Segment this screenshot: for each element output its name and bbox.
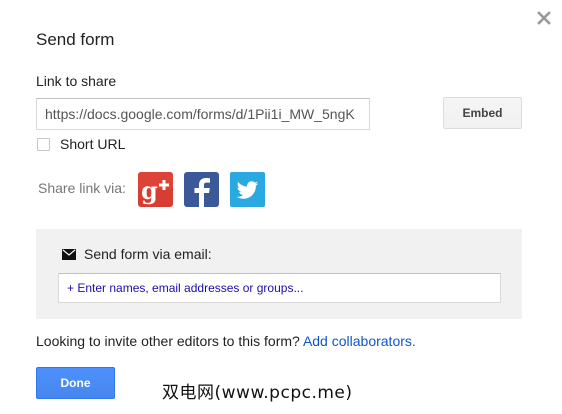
svg-text:g: g [141,176,158,205]
close-icon[interactable] [536,10,552,26]
invite-editors-prompt: Looking to invite other editors to this … [36,333,300,349]
facebook-icon[interactable] [184,172,219,207]
watermark-text: 双电网(www.pcpc.me) [162,383,353,403]
embed-button[interactable]: Embed [443,97,522,129]
send-via-email-label: Send form via email: [84,246,212,262]
share-link-input[interactable] [36,98,370,130]
short-url-checkbox[interactable] [37,137,50,151]
envelope-icon [62,248,76,260]
send-form-dialog: Send form Link to share Embed Short URL … [0,0,562,414]
add-collaborators-link[interactable]: Add collaborators. [303,333,416,349]
invite-editors-text: Looking to invite other editors to this … [36,333,416,349]
email-panel: Send form via email: [36,229,522,319]
short-url-label: Short URL [60,136,126,152]
dialog-title: Send form [36,30,115,49]
done-button[interactable]: Done [36,367,115,399]
email-recipients-input[interactable] [58,273,501,303]
email-header: Send form via email: [62,246,212,262]
twitter-icon[interactable] [230,172,265,207]
share-link-via-label: Share link via: [38,180,126,196]
google-plus-icon[interactable]: g [138,172,173,207]
link-to-share-label: Link to share [36,73,117,89]
short-url-toggle[interactable]: Short URL [37,136,125,152]
